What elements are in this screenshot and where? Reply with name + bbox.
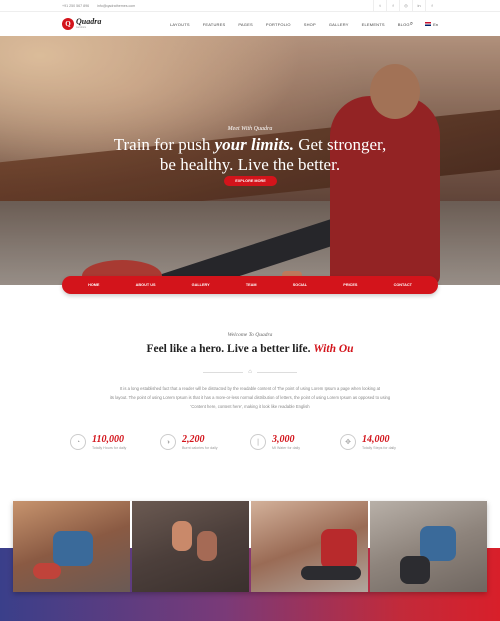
nav-features[interactable]: FEATURES [203,22,226,27]
logo-mark-icon: Q [62,18,74,30]
nav-shop[interactable]: SHOP [304,22,316,27]
nav-blog[interactable]: BLOG [398,22,410,27]
photo-gallery [13,501,487,592]
stat-item: ✥ 14,000 Totally Steps for daily [340,434,430,450]
gallery-photo[interactable] [132,501,249,592]
explore-more-button[interactable]: EXPLORE MORE [224,176,277,186]
photo-figure-shape [420,526,456,561]
stat-value: 14,000 [362,434,390,445]
section-menu-bar: HOME ABOUT US GALLERY TEAM SOCIAL PRICES… [62,276,438,294]
language-label: En [433,21,438,27]
facebook-f-icon[interactable]: f [425,0,438,12]
email-address[interactable]: info@qadrathemes.com [97,4,135,8]
hero-section: Meet With Quadra Train for push your lim… [0,36,500,285]
intro-title-main: Feel like a hero. Live a better life. [146,343,311,355]
search-icon[interactable]: ⌕ [410,21,413,28]
intro-section: Welcome To Quadra Feel like a hero. Live… [0,332,500,355]
menu-prices[interactable]: PRICES [343,283,357,287]
menu-team[interactable]: TEAM [246,283,257,287]
stat-label: Totally Hours for daily [92,446,127,450]
language-selector[interactable]: En [425,22,438,27]
intro-title: Feel like a hero. Live a better life. Wi… [0,343,500,355]
facebook-icon[interactable]: f [386,0,399,12]
stat-item: ◑ 2,200 Burnt calories for daily [160,434,250,450]
main-header: Q Quadra Aerobics LAYOUTS FEATURES PAGES… [0,12,500,36]
intro-paragraph-line: 'Content here, content here', making it … [190,404,310,409]
welcome-label: Welcome To Quadra [227,332,273,338]
stat-item: ◔ 110,000 Totally Hours for daily [70,434,160,450]
nav-pages[interactable]: PAGES [238,22,253,27]
logo-subtitle: Aerobics [76,26,87,30]
menu-gallery[interactable]: GALLERY [192,283,210,287]
stat-value: 2,200 [182,434,205,445]
nav-portfolio[interactable]: PORTFOLIO [266,22,291,27]
top-bar: +91 250 567 896 info@qadrathemes.com t f… [0,0,500,12]
gallery-photo[interactable] [251,501,368,592]
linkedin-icon[interactable]: in [412,0,425,12]
photo-figure-shape [53,531,93,566]
nav-elements[interactable]: ELEMENTS [362,22,385,27]
social-links: t f ◎ in f [373,0,438,12]
contact-info: +91 250 567 896 info@qadrathemes.com [62,4,135,8]
stat-label: Totally Steps for daily [362,446,396,450]
hero-tagline: Meet With Quadra [227,126,273,132]
menu-contact[interactable]: CONTACT [394,283,412,287]
photo-figure-shape [197,531,217,561]
gauge-icon: ◑ [160,434,176,450]
hero-headline-part2: Get stronger, [293,135,387,154]
section-divider: ⌂ [200,369,300,375]
photo-figure-shape [321,529,357,569]
divider-line [203,371,244,373]
home-icon: ⌂ [248,369,252,375]
header-tools: ⌕ En [410,21,438,28]
uk-flag-icon [425,22,432,26]
hero-headline: Train for push your limits. Get stronger… [0,135,500,175]
menu-home[interactable]: HOME [88,283,99,287]
intro-title-em: With Ou [313,343,354,355]
hero-headline-part1: Train for push [113,135,215,154]
logo-name: Quadra [76,17,102,27]
twitter-icon[interactable]: t [373,0,386,12]
photo-figure-shape [33,563,61,579]
phone-number[interactable]: +91 250 567 896 [62,4,89,8]
gallery-photo[interactable] [370,501,487,592]
hero-headline-em: your limits. [214,135,294,154]
photo-figure-shape [400,556,430,584]
footsteps-icon: ✥ [340,434,356,450]
photo-figure-shape [172,521,192,551]
stat-label: Burnt calories for daily [182,446,218,450]
stat-value: 110,000 [92,434,124,445]
thermometer-icon: ❘ [250,434,266,450]
instagram-icon[interactable]: ◎ [399,0,412,12]
stat-item: ❘ 3,000 MI Water for daily [250,434,340,450]
logo[interactable]: Q Quadra Aerobics [62,18,108,30]
stopwatch-icon: ◔ [70,434,86,450]
intro-paragraph-line: It is a long established fact that a rea… [119,386,381,391]
gallery-photo[interactable] [13,501,130,592]
menu-about-us[interactable]: ABOUT US [136,283,156,287]
divider-line [256,371,297,373]
stats-row: ◔ 110,000 Totally Hours for daily ◑ 2,20… [70,434,430,450]
intro-paragraph-line: its layout. The point of using Lorem Ips… [109,395,391,400]
stat-label: MI Water for daily [272,446,301,450]
nav-gallery[interactable]: GALLERY [329,22,349,27]
photo-figure-shape [301,566,361,580]
intro-paragraph: It is a long established fact that a rea… [84,384,416,411]
main-nav: LAYOUTS FEATURES PAGES PORTFOLIO SHOP GA… [170,22,410,27]
hero-headline-line2: be healthy. Live the better. [159,155,341,174]
menu-social[interactable]: SOCIAL [293,283,307,287]
stat-value: 3,000 [272,434,295,445]
nav-layouts[interactable]: LAYOUTS [170,22,190,27]
